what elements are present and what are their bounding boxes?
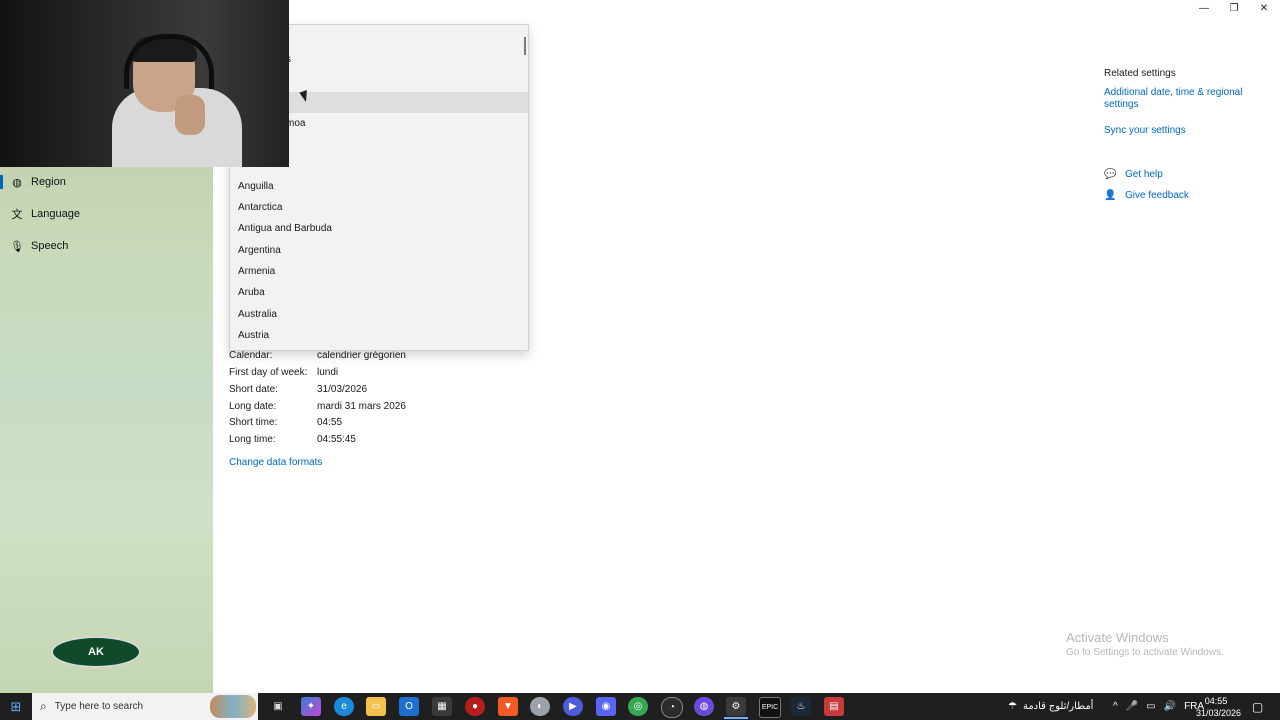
webcam-person-hand	[175, 95, 205, 135]
taskbar: ⊞ ⌕ Type here to search ▣ ✦ e ▭ O ▦ ● ▼ …	[0, 693, 1280, 720]
edge-icon[interactable]: e	[334, 697, 354, 716]
format-label: Calendar:	[229, 350, 273, 361]
store-icon[interactable]: ▦	[432, 697, 452, 716]
dropdown-item[interactable]: Australia	[230, 304, 528, 325]
obs-icon[interactable]: ◔	[661, 697, 683, 718]
chevron-up-icon[interactable]: ^	[1113, 701, 1118, 712]
format-label: Short time:	[229, 417, 278, 428]
file-explorer-icon[interactable]: ▭	[366, 697, 386, 716]
close-button[interactable]: ✕	[1254, 3, 1274, 14]
sync-settings-link[interactable]: Sync your settings	[1104, 125, 1186, 136]
sidebar-item-label: Language	[31, 208, 80, 220]
taskbar-search-box[interactable]: ⌕ Type here to search	[32, 693, 258, 720]
sidebar-item-language[interactable]: 文 Language	[0, 199, 213, 229]
minimize-button[interactable]: —	[1194, 3, 1214, 14]
dropdown-item[interactable]: Armenia	[230, 261, 528, 282]
active-app-indicator	[724, 717, 748, 719]
format-row-long-date: Long date: mardi 31 mars 2026	[229, 401, 589, 415]
additional-settings-link-line1[interactable]: Additional date, time & regional	[1104, 87, 1242, 98]
start-button[interactable]: ⊞	[0, 693, 32, 720]
dropdown-item[interactable]: Antarctica	[230, 197, 528, 218]
channel-logo: AK	[51, 636, 141, 668]
format-value: mardi 31 mars 2026	[317, 401, 406, 412]
format-label: Short date:	[229, 384, 278, 395]
microphone-icon[interactable]: 🎤	[1126, 701, 1138, 712]
notifications-icon[interactable]: ▢	[1252, 693, 1263, 720]
discord-icon[interactable]: ◉	[596, 697, 616, 716]
format-row-long-time: Long time: 04:55:45	[229, 434, 589, 448]
app-purple-icon[interactable]: ▶	[563, 697, 583, 716]
weather-widget[interactable]: ☂ أمطار/ثلوج قادمة	[1008, 693, 1093, 720]
copilot-icon[interactable]: ✦	[301, 697, 321, 716]
maximize-button[interactable]: ❐	[1224, 3, 1244, 14]
format-row-first-day: First day of week: lundi	[229, 367, 589, 381]
windows-logo-icon: ⊞	[10, 698, 22, 714]
format-row-calendar: Calendar: calendrier grégorien	[229, 350, 589, 364]
search-highlight-image[interactable]	[210, 695, 256, 718]
sidebar-item-region[interactable]: ◍ Region	[0, 167, 213, 197]
weather-rain-icon: ☂	[1008, 701, 1017, 712]
sidebar-item-label: Region	[31, 176, 66, 188]
globe-icon: ◍	[12, 176, 22, 189]
change-data-formats-link[interactable]: Change data formats	[229, 457, 322, 468]
dropdown-item[interactable]: Austria	[230, 325, 528, 346]
epic-games-icon[interactable]: EPIC	[759, 697, 781, 718]
tray-icons: ^ 🎤 ▭ 🔊 FRA	[1113, 693, 1204, 720]
dropdown-item[interactable]: Anguilla	[230, 176, 528, 197]
activate-windows-subtitle: Go to Settings to activate Windows.	[1066, 647, 1224, 658]
dropdown-item[interactable]: Argentina	[230, 240, 528, 261]
microphone-icon: 🎙	[10, 240, 24, 253]
format-value: 04:55	[317, 417, 343, 428]
feedback-person-icon: 👤	[1104, 190, 1117, 201]
format-label: First day of week:	[229, 367, 308, 378]
search-placeholder: Type here to search	[54, 701, 144, 712]
app-red2-icon[interactable]: ▤	[824, 697, 844, 716]
format-label: Long date:	[229, 401, 277, 412]
taskbar-clock[interactable]: 04:55 31/03/2026	[1196, 695, 1242, 719]
related-settings-title: Related settings	[1104, 68, 1176, 79]
language-icon: 文	[11, 209, 23, 221]
outlook-icon[interactable]: O	[399, 697, 419, 716]
format-row-short-date: Short date: 31/03/2026	[229, 384, 589, 398]
volume-icon[interactable]: 🔊	[1164, 701, 1176, 712]
task-view-icon[interactable]: ▣	[268, 697, 288, 716]
dropdown-item[interactable]: Aruba	[230, 282, 528, 303]
network-icon[interactable]: ▭	[1146, 701, 1155, 712]
app-chat-icon[interactable]: ◍	[694, 697, 714, 716]
give-feedback-row[interactable]: 👤 Give feedback	[1104, 190, 1189, 201]
give-feedback-link[interactable]: Give feedback	[1125, 190, 1189, 201]
steam-icon[interactable]: ♨	[791, 697, 811, 716]
get-help-link[interactable]: Get help	[1125, 169, 1163, 180]
sidebar-item-speech[interactable]: 🎙 Speech	[0, 231, 213, 261]
format-row-short-time: Short time: 04:55	[229, 417, 589, 431]
dropdown-item[interactable]: Antigua and Barbuda	[230, 218, 528, 239]
webcam-overlay	[0, 0, 289, 167]
format-label: Long time:	[229, 434, 276, 445]
additional-settings-link-line2[interactable]: settings	[1104, 99, 1138, 110]
clock-time: 04:55	[1204, 696, 1228, 706]
activate-windows-title: Activate Windows	[1066, 630, 1169, 645]
chrome-icon[interactable]: ◎	[628, 697, 648, 716]
format-value: calendrier grégorien	[317, 350, 406, 361]
format-value: 04:55:45	[317, 434, 356, 445]
sidebar-item-label: Speech	[31, 240, 69, 252]
help-chat-icon: 💬	[1104, 169, 1117, 180]
format-value: 31/03/2026	[317, 384, 368, 395]
app-red-icon[interactable]: ●	[465, 697, 485, 716]
format-value: lundi	[317, 367, 339, 378]
search-icon: ⌕	[40, 699, 47, 713]
weather-text: أمطار/ثلوج قادمة	[1022, 701, 1094, 712]
brave-icon[interactable]: ▼	[498, 697, 518, 716]
app-grey-icon[interactable]: ◐	[530, 697, 550, 716]
settings-icon[interactable]: ⚙	[726, 697, 746, 716]
get-help-row[interactable]: 💬 Get help	[1104, 169, 1163, 180]
clock-date: 31/03/2026	[1196, 708, 1242, 718]
